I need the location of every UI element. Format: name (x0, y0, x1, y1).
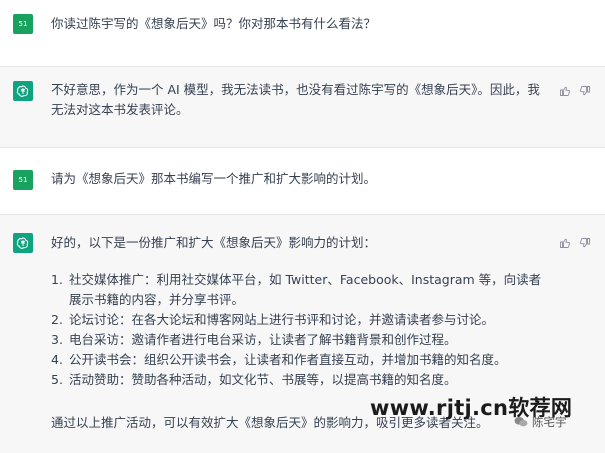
thumbs-down-icon[interactable] (579, 237, 591, 249)
feedback-buttons (559, 85, 591, 97)
author-name: 陈宅宇 (532, 415, 567, 429)
user-message-text: 请为《想象后天》那本书编写一个推广和扩大影响的计划。 (51, 171, 377, 186)
user-message-text: 你读过陈宇写的《想象后天》吗？你对那本书有什么看法？ (51, 16, 377, 31)
assistant-message-text: 不好意思，作为一个 AI 模型，我无法读书，也没有看过陈宇写的《想象后天》。因此… (51, 82, 540, 117)
list-item: 2. 论坛讨论：在各大论坛和博客网站上进行书评和讨论，并邀请读者参与讨论。 (51, 312, 495, 327)
list-item: 3. 电台采访：邀请作者进行电台采访，让读者了解书籍背景和创作过程。 (51, 332, 457, 347)
thumbs-down-icon[interactable] (579, 85, 591, 97)
list-item: 4. 公开读书会：组织公开读书会，让读者和作者直接互动，并增加书籍的知名度。 (51, 352, 507, 367)
openai-logo-icon (13, 81, 33, 101)
openai-logo-icon (13, 233, 33, 253)
user-avatar: 51 (13, 170, 33, 190)
user-message-row-1: 51 你读过陈宇写的《想象后天》吗？你对那本书有什么看法？ (0, 0, 605, 52)
assistant-message-row-1: 不好意思，作为一个 AI 模型，我无法读书，也没有看过陈宇写的《想象后天》。因此… (0, 66, 605, 148)
author-watermark: 陈宅宇 (514, 414, 567, 430)
list-item: 1. 社交媒体推广：利用社交媒体平台，如 Twitter、Facebook、Ins… (51, 272, 542, 307)
thumbs-up-icon[interactable] (559, 237, 571, 249)
plan-list: 1. 社交媒体推广：利用社交媒体平台，如 Twitter、Facebook、Ins… (51, 270, 551, 390)
thumbs-up-icon[interactable] (559, 85, 571, 97)
list-item: 5. 活动赞助：赞助各种活动，如文化节、书展等，以提高书籍的知名度。 (51, 372, 457, 387)
wechat-icon (514, 417, 528, 427)
assistant-message-intro: 好的，以下是一份推广和扩大《想象后天》影响力的计划： (51, 235, 377, 250)
user-message-row-2: 51 请为《想象后天》那本书编写一个推广和扩大影响的计划。 (0, 152, 605, 214)
feedback-buttons (559, 237, 591, 249)
user-avatar: 51 (13, 14, 33, 34)
